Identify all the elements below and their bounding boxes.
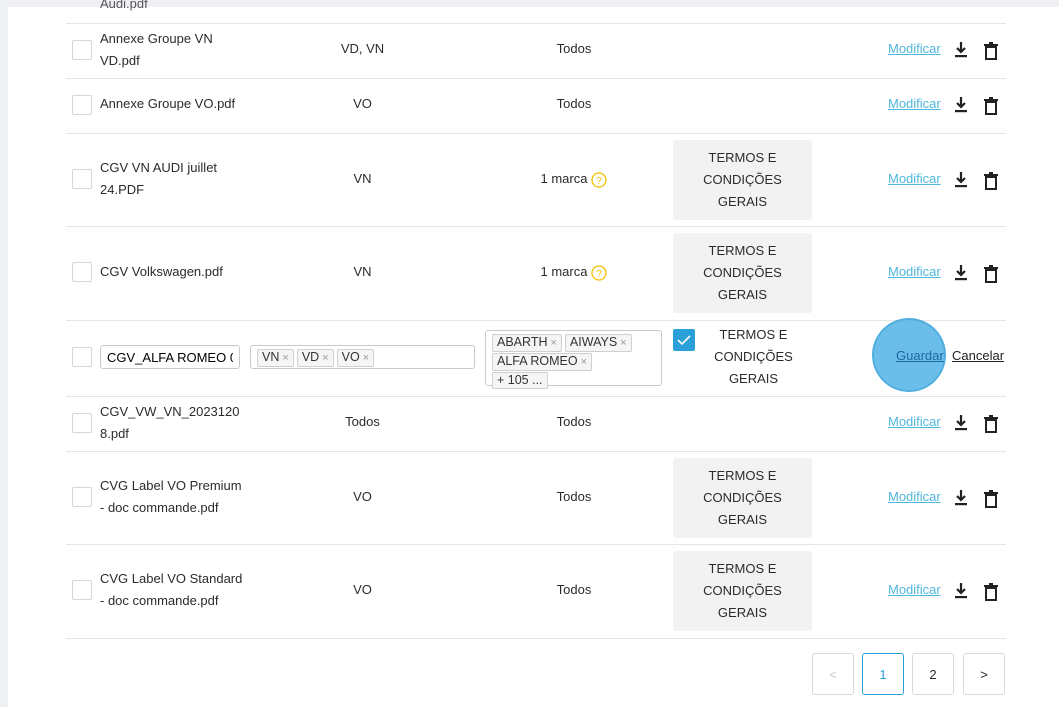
terms-badge: TERMOS E CONDIÇÕES GERAIS bbox=[673, 140, 812, 220]
trash-icon[interactable] bbox=[984, 265, 998, 283]
file-name: CVG Label VO Premium - doc commande.pdf bbox=[100, 478, 242, 515]
download-icon[interactable] bbox=[953, 171, 969, 189]
remove-tag-icon[interactable]: × bbox=[581, 356, 587, 368]
svg-text:?: ? bbox=[597, 269, 603, 280]
download-icon[interactable] bbox=[953, 264, 969, 282]
brand-cell: VN bbox=[353, 264, 372, 279]
svg-text:?: ? bbox=[597, 176, 603, 187]
terms-badge: TERMOS E CONDIÇÕES GERAIS bbox=[673, 233, 812, 313]
row-checkbox[interactable] bbox=[72, 95, 92, 115]
modify-link[interactable]: Modificar bbox=[888, 96, 941, 111]
modify-link[interactable]: Modificar bbox=[888, 489, 941, 504]
remove-tag-icon[interactable]: × bbox=[550, 337, 556, 349]
row-checkbox[interactable] bbox=[72, 580, 92, 600]
file-name: CGV VN AUDI juillet 24.PDF bbox=[100, 160, 218, 197]
trash-icon[interactable] bbox=[984, 415, 998, 433]
brand-cell: Todos bbox=[345, 414, 380, 429]
page-2-button[interactable]: 2 bbox=[912, 653, 954, 695]
modify-link[interactable]: Modificar bbox=[888, 264, 941, 279]
brand-cell: VD, VN bbox=[340, 41, 385, 56]
row-checkbox[interactable] bbox=[72, 169, 92, 189]
tag-chip: AIWAYS × bbox=[564, 334, 632, 352]
file-name: Annexe Groupe VN VD.pdf bbox=[100, 31, 213, 68]
row-checkbox[interactable] bbox=[72, 262, 92, 282]
file-name: Annexe Groupe VO.pdf bbox=[100, 96, 236, 111]
file-name: CVG Label VO Standard - doc commande.pdf bbox=[100, 571, 243, 608]
brand-cell: VO bbox=[353, 96, 372, 111]
remove-tag-icon[interactable]: × bbox=[620, 337, 626, 349]
scope-cell: Todos bbox=[556, 96, 592, 111]
more-tags-chip[interactable]: + 105 ... bbox=[492, 372, 548, 389]
cancel-link[interactable]: Cancelar bbox=[952, 348, 1004, 363]
scope-cell: Todos bbox=[556, 582, 592, 597]
scope-cell: Todos bbox=[556, 414, 592, 429]
help-icon[interactable]: ? bbox=[591, 264, 608, 281]
remove-tag-icon[interactable]: × bbox=[322, 352, 328, 364]
download-icon[interactable] bbox=[953, 96, 969, 114]
check-icon bbox=[677, 335, 691, 346]
trash-icon[interactable] bbox=[984, 583, 998, 601]
download-icon[interactable] bbox=[953, 582, 969, 600]
terms-label: TERMOS E CONDIÇÕES GERAIS bbox=[714, 327, 793, 386]
file-name: CGV Volkswagen.pdf bbox=[100, 264, 223, 279]
row-checkbox[interactable] bbox=[72, 487, 92, 507]
terms-checkbox[interactable] bbox=[673, 329, 695, 351]
trash-icon[interactable] bbox=[984, 97, 998, 115]
save-link[interactable]: Guardar bbox=[896, 348, 944, 363]
modify-link[interactable]: Modificar bbox=[888, 41, 941, 56]
page-1-button[interactable]: 1 bbox=[862, 653, 904, 695]
scope-cell: Todos bbox=[556, 41, 592, 56]
row-checkbox[interactable] bbox=[72, 347, 92, 367]
tag-chip: ABARTH × bbox=[492, 334, 562, 352]
remove-tag-icon[interactable]: × bbox=[363, 352, 369, 364]
scope-tags-select[interactable]: ABARTH × AIWAYS × ALFA ROMEO × + 105 ... bbox=[485, 330, 662, 389]
terms-badge: TERMOS E CONDIÇÕES GERAIS bbox=[673, 458, 812, 538]
row-checkbox[interactable] bbox=[72, 40, 92, 60]
tag-chip: VN × bbox=[257, 349, 294, 367]
modify-link[interactable]: Modificar bbox=[888, 171, 941, 186]
scope-cell: 1 marca? bbox=[495, 261, 653, 283]
modify-link[interactable]: Modificar bbox=[888, 582, 941, 597]
prev-page-button[interactable]: < bbox=[812, 653, 854, 695]
tag-chip: VD × bbox=[296, 349, 334, 367]
file-name: CGV_VW_VN_2023120 8.pdf bbox=[100, 404, 240, 441]
file-name: Audi.pdf bbox=[100, 0, 148, 11]
scope-cell: 1 marca? bbox=[495, 168, 653, 190]
download-icon[interactable] bbox=[953, 41, 969, 59]
trash-icon[interactable] bbox=[984, 42, 998, 60]
brand-cell: VN bbox=[353, 171, 372, 186]
brand-cell: VO bbox=[353, 489, 372, 504]
file-name-input[interactable] bbox=[100, 345, 240, 369]
download-icon[interactable] bbox=[953, 489, 969, 507]
row-checkbox[interactable] bbox=[72, 413, 92, 433]
next-page-button[interactable]: > bbox=[963, 653, 1005, 695]
help-icon[interactable]: ? bbox=[591, 171, 608, 188]
modify-link[interactable]: Modificar bbox=[888, 414, 941, 429]
terms-badge: TERMOS E CONDIÇÕES GERAIS bbox=[673, 551, 812, 631]
trash-icon[interactable] bbox=[984, 172, 998, 190]
scope-cell: Todos bbox=[556, 489, 592, 504]
remove-tag-icon[interactable]: × bbox=[282, 352, 288, 364]
trash-icon[interactable] bbox=[984, 490, 998, 508]
tag-chip: ALFA ROMEO × bbox=[492, 353, 593, 371]
tag-chip: VO × bbox=[336, 349, 375, 367]
brand-cell: VO bbox=[353, 582, 372, 597]
download-icon[interactable] bbox=[953, 414, 969, 432]
brand-tags-select[interactable]: VN × VD × VO × bbox=[250, 345, 475, 369]
